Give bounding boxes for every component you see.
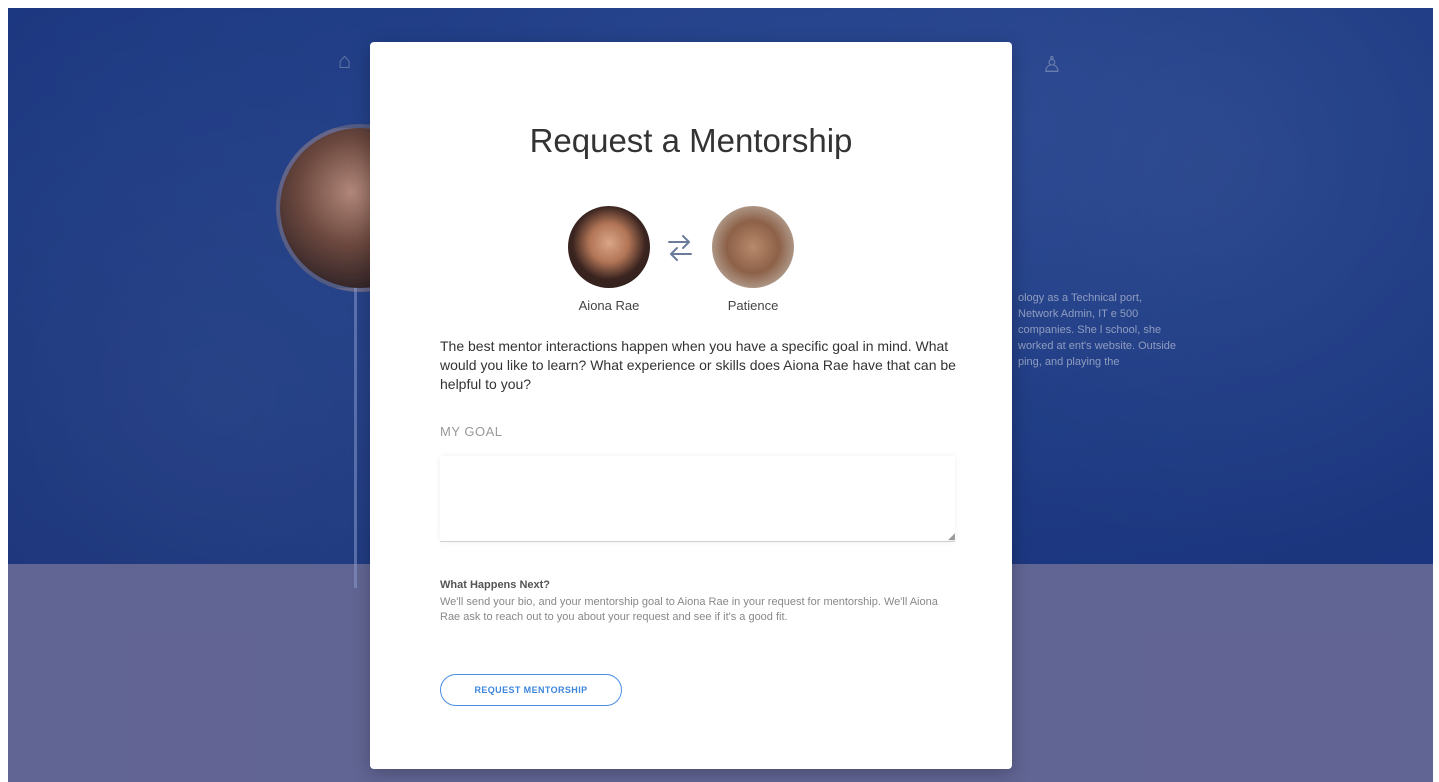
request-mentorship-modal: Request a Mentorship Aiona Rae Patience … <box>370 42 1012 769</box>
intro-text: The best mentor interactions happen when… <box>440 338 956 392</box>
goal-textarea[interactable] <box>440 456 955 542</box>
request-mentorship-button[interactable]: REQUEST MENTORSHIP <box>440 674 622 706</box>
goal-label: MY GOAL <box>440 424 503 439</box>
what-happens-next-text: We'll send your bio, and your mentorship… <box>440 596 938 623</box>
app-frame: ⌂ ♙ ology as a Technical port, Network A… <box>8 8 1433 782</box>
what-happens-next-title: What Happens Next? <box>440 579 551 591</box>
mentee-avatar <box>712 206 794 288</box>
swap-arrows-icon <box>668 235 692 261</box>
modal-title: Request a Mentorship <box>529 122 853 159</box>
mentee-name: Patience <box>727 298 779 313</box>
resize-handle-icon[interactable]: ◢ <box>948 532 956 541</box>
mentor-avatar <box>568 206 650 288</box>
mentor-name: Aiona Rae <box>578 298 640 313</box>
